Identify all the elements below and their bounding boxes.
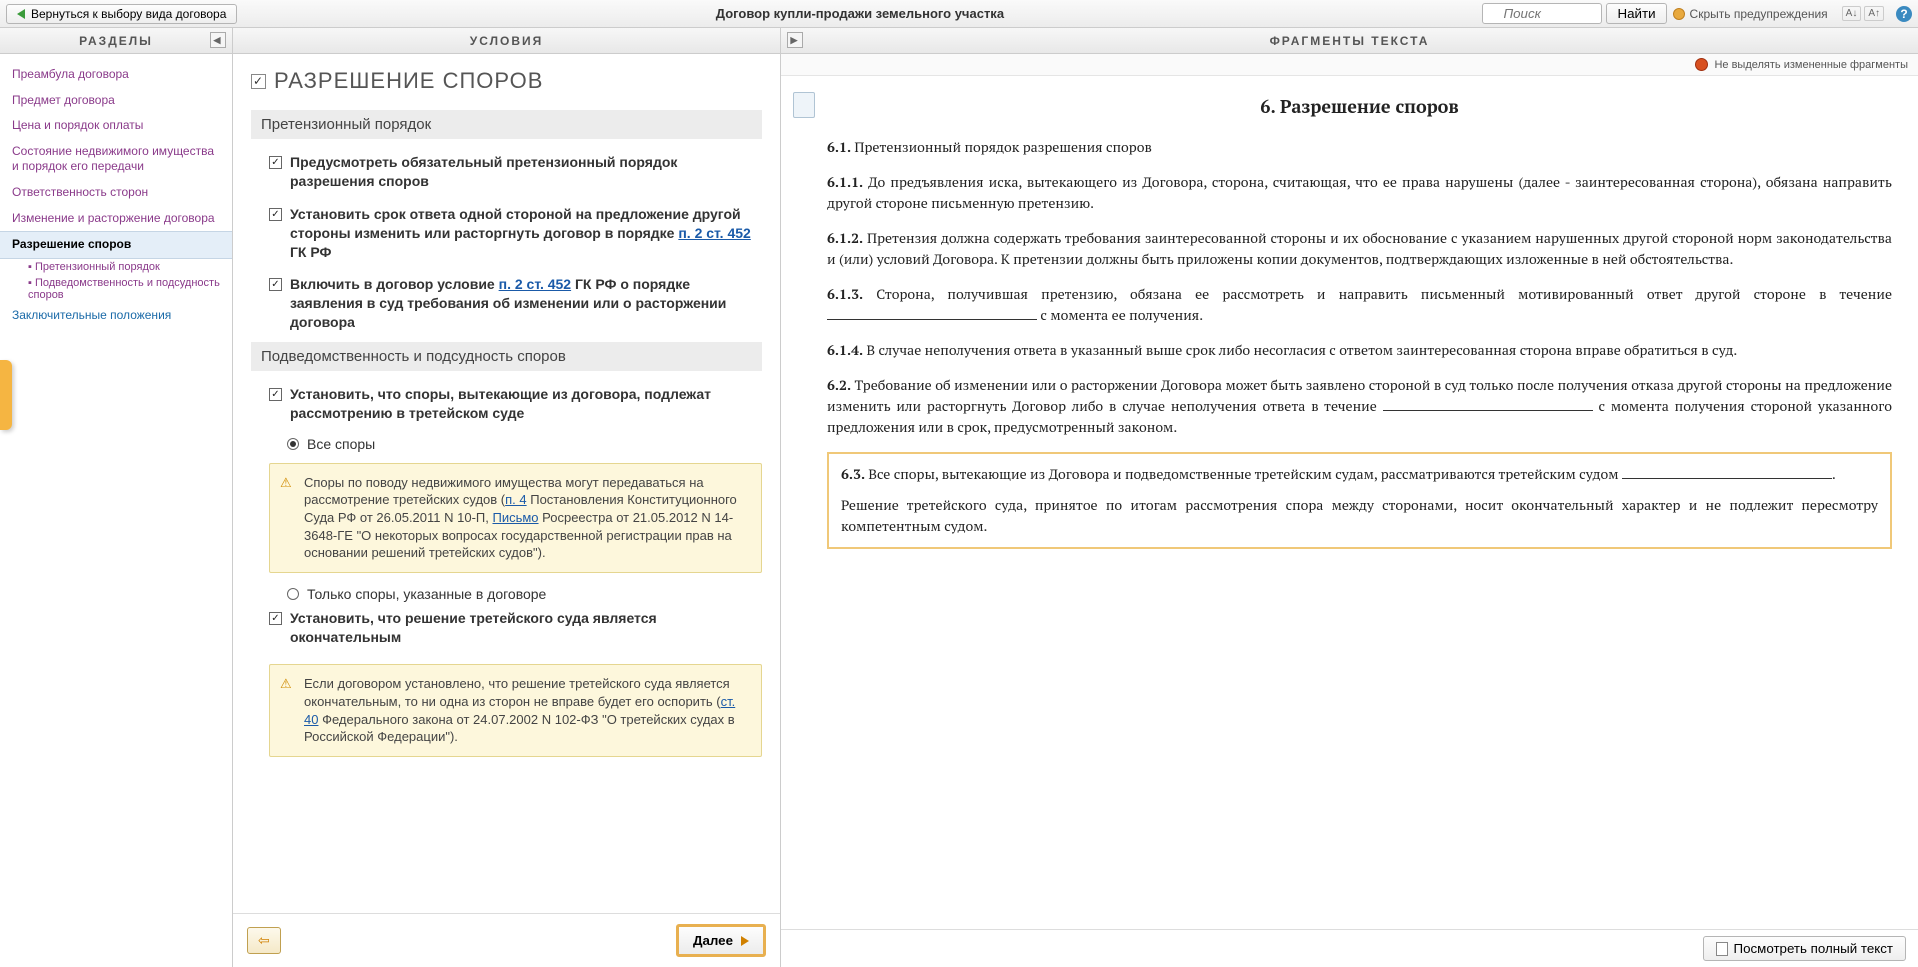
hide-warnings-toggle[interactable]: Скрыть предупреждения	[1673, 7, 1828, 21]
prev-button[interactable]: ⇦	[247, 927, 281, 954]
radio-icon	[287, 438, 299, 450]
option-claims-procedure: Предусмотреть обязательный претензионный…	[251, 149, 762, 201]
link-letter[interactable]: Письмо	[492, 510, 538, 525]
checkbox-opt5[interactable]	[269, 612, 282, 625]
full-text-button[interactable]: Посмотреть полный текст	[1703, 936, 1907, 961]
conditions-body: РАЗРЕШЕНИЕ СПОРОВ Претензионный порядок …	[233, 54, 780, 913]
arrow-left-icon	[17, 9, 25, 19]
warning-icon: ⚠	[280, 675, 292, 693]
fragments-panel: ▶ ФРАГМЕНТЫ ТЕКСТА Не выделять измененны…	[781, 28, 1918, 967]
font-decrease-button[interactable]: A↓	[1842, 6, 1862, 21]
highlight-icon	[1695, 58, 1708, 71]
section-checkbox[interactable]	[251, 74, 266, 89]
nav-sub-claims[interactable]: Претензионный порядок	[0, 259, 232, 275]
nav-item-termination[interactable]: Изменение и расторжение договора	[0, 206, 232, 232]
radio-all-disputes[interactable]: Все споры	[251, 433, 762, 455]
subsection-claims: Претензионный порядок	[251, 110, 762, 139]
sections-nav: Преамбула договора Предмет договора Цена…	[0, 54, 232, 336]
next-button[interactable]: Далее	[676, 924, 766, 957]
highlight-toggle[interactable]: Не выделять измененные фрагменты	[1695, 58, 1908, 71]
conditions-header: УСЛОВИЯ	[233, 28, 780, 54]
option-final-decision: Установить, что решение третейского суда…	[251, 605, 762, 657]
doc-title: 6. Разрешение споров	[827, 94, 1892, 121]
checkbox-opt1[interactable]	[269, 156, 282, 169]
sections-header: РАЗДЕЛЫ ◀	[0, 28, 232, 54]
conditions-footer: ⇦ Далее	[233, 913, 780, 967]
side-tab-handle[interactable]	[0, 360, 12, 430]
option-arbitration: Установить, что споры, вытекающие из дог…	[251, 381, 762, 433]
fragments-toolbar: Не выделять измененные фрагменты	[781, 54, 1918, 76]
conditions-panel: УСЛОВИЯ РАЗРЕШЕНИЕ СПОРОВ Претензионный …	[233, 28, 781, 967]
checkbox-opt4[interactable]	[269, 388, 282, 401]
doc-p-611: 6.1.1. До предъявления иска, вытекающего…	[827, 172, 1892, 214]
doc-p-61: 6.1. Претензионный порядок разрешения сп…	[827, 137, 1892, 158]
expand-right-button[interactable]: ▶	[787, 32, 803, 48]
back-label: Вернуться к выбору вида договора	[31, 7, 226, 21]
subsection-jurisdiction: Подведомственность и подсудность споров	[251, 342, 762, 371]
fragments-header: ▶ ФРАГМЕНТЫ ТЕКСТА	[781, 28, 1918, 54]
conditions-title: РАЗРЕШЕНИЕ СПОРОВ	[251, 68, 762, 94]
doc-p-614: 6.1.4. В случае неполучения ответа в ука…	[827, 340, 1892, 361]
nav-item-liability[interactable]: Ответственность сторон	[0, 180, 232, 206]
sections-panel: РАЗДЕЛЫ ◀ Преамбула договора Предмет дог…	[0, 28, 233, 967]
link-452-2[interactable]: п. 2 ст. 452	[499, 276, 571, 292]
font-size-controls: A↓ A↑	[1842, 6, 1884, 21]
link-452-1[interactable]: п. 2 ст. 452	[678, 225, 750, 241]
collapse-left-button[interactable]: ◀	[210, 32, 226, 48]
main-layout: РАЗДЕЛЫ ◀ Преамбула договора Предмет дог…	[0, 28, 1918, 967]
top-toolbar: Вернуться к выбору вида договора Договор…	[0, 0, 1918, 28]
nav-item-price[interactable]: Цена и порядок оплаты	[0, 113, 232, 139]
font-increase-button[interactable]: A↑	[1864, 6, 1884, 21]
warning-realestate: ⚠ Споры по поводу недвижимого имущества …	[269, 463, 762, 573]
doc-highlighted-63: 6.3. Все споры, вытекающие из Договора и…	[827, 452, 1892, 549]
find-button[interactable]: Найти	[1606, 3, 1666, 24]
blank-field	[1622, 467, 1832, 479]
link-p4[interactable]: п. 4	[505, 492, 527, 507]
search-input[interactable]	[1482, 3, 1602, 24]
page-title: Договор купли-продажи земельного участка	[243, 6, 1476, 21]
doc-p-612: 6.1.2. Претензия должна содержать требов…	[827, 228, 1892, 270]
fragments-footer: Посмотреть полный текст	[781, 929, 1918, 967]
nav-item-preamble[interactable]: Преамбула договора	[0, 62, 232, 88]
nav-item-disputes[interactable]: Разрешение споров	[0, 231, 232, 259]
warning-final: ⚠ Если договором установлено, что решени…	[269, 664, 762, 756]
doc-p-62: 6.2. Требование об изменении или о расто…	[827, 375, 1892, 438]
search-box: 🔍 Найти	[1482, 3, 1666, 24]
nav-sub-jurisdiction[interactable]: Подведомственность и подсудность споров	[0, 275, 232, 303]
back-button[interactable]: Вернуться к выбору вида договора	[6, 4, 237, 24]
checkbox-opt2[interactable]	[269, 208, 282, 221]
option-court-clause: Включить в договор условие п. 2 ст. 452 …	[251, 271, 762, 342]
option-response-term: Установить срок ответа одной стороной на…	[251, 201, 762, 272]
blank-field	[1383, 399, 1593, 411]
help-button[interactable]: ?	[1896, 6, 1912, 22]
doc-p-613: 6.1.3. Сторона, получившая претензию, об…	[827, 284, 1892, 326]
document-body[interactable]: 6. Разрешение споров 6.1. Претензионный …	[781, 76, 1918, 929]
nav-item-final[interactable]: Заключительные положения	[0, 303, 232, 329]
arrow-right-icon	[741, 936, 749, 946]
radio-specified-disputes[interactable]: Только споры, указанные в договоре	[251, 583, 762, 605]
radio-icon	[287, 588, 299, 600]
checkbox-opt3[interactable]	[269, 278, 282, 291]
document-icon	[1716, 942, 1728, 956]
document-icon[interactable]	[793, 92, 815, 118]
nav-item-subject[interactable]: Предмет договора	[0, 88, 232, 114]
blank-field	[827, 308, 1037, 320]
warning-icon: ⚠	[280, 474, 292, 492]
warnings-label: Скрыть предупреждения	[1690, 7, 1828, 21]
nav-item-condition[interactable]: Состояние недвижимого имущества и порядо…	[0, 139, 232, 180]
warning-icon	[1673, 8, 1685, 20]
